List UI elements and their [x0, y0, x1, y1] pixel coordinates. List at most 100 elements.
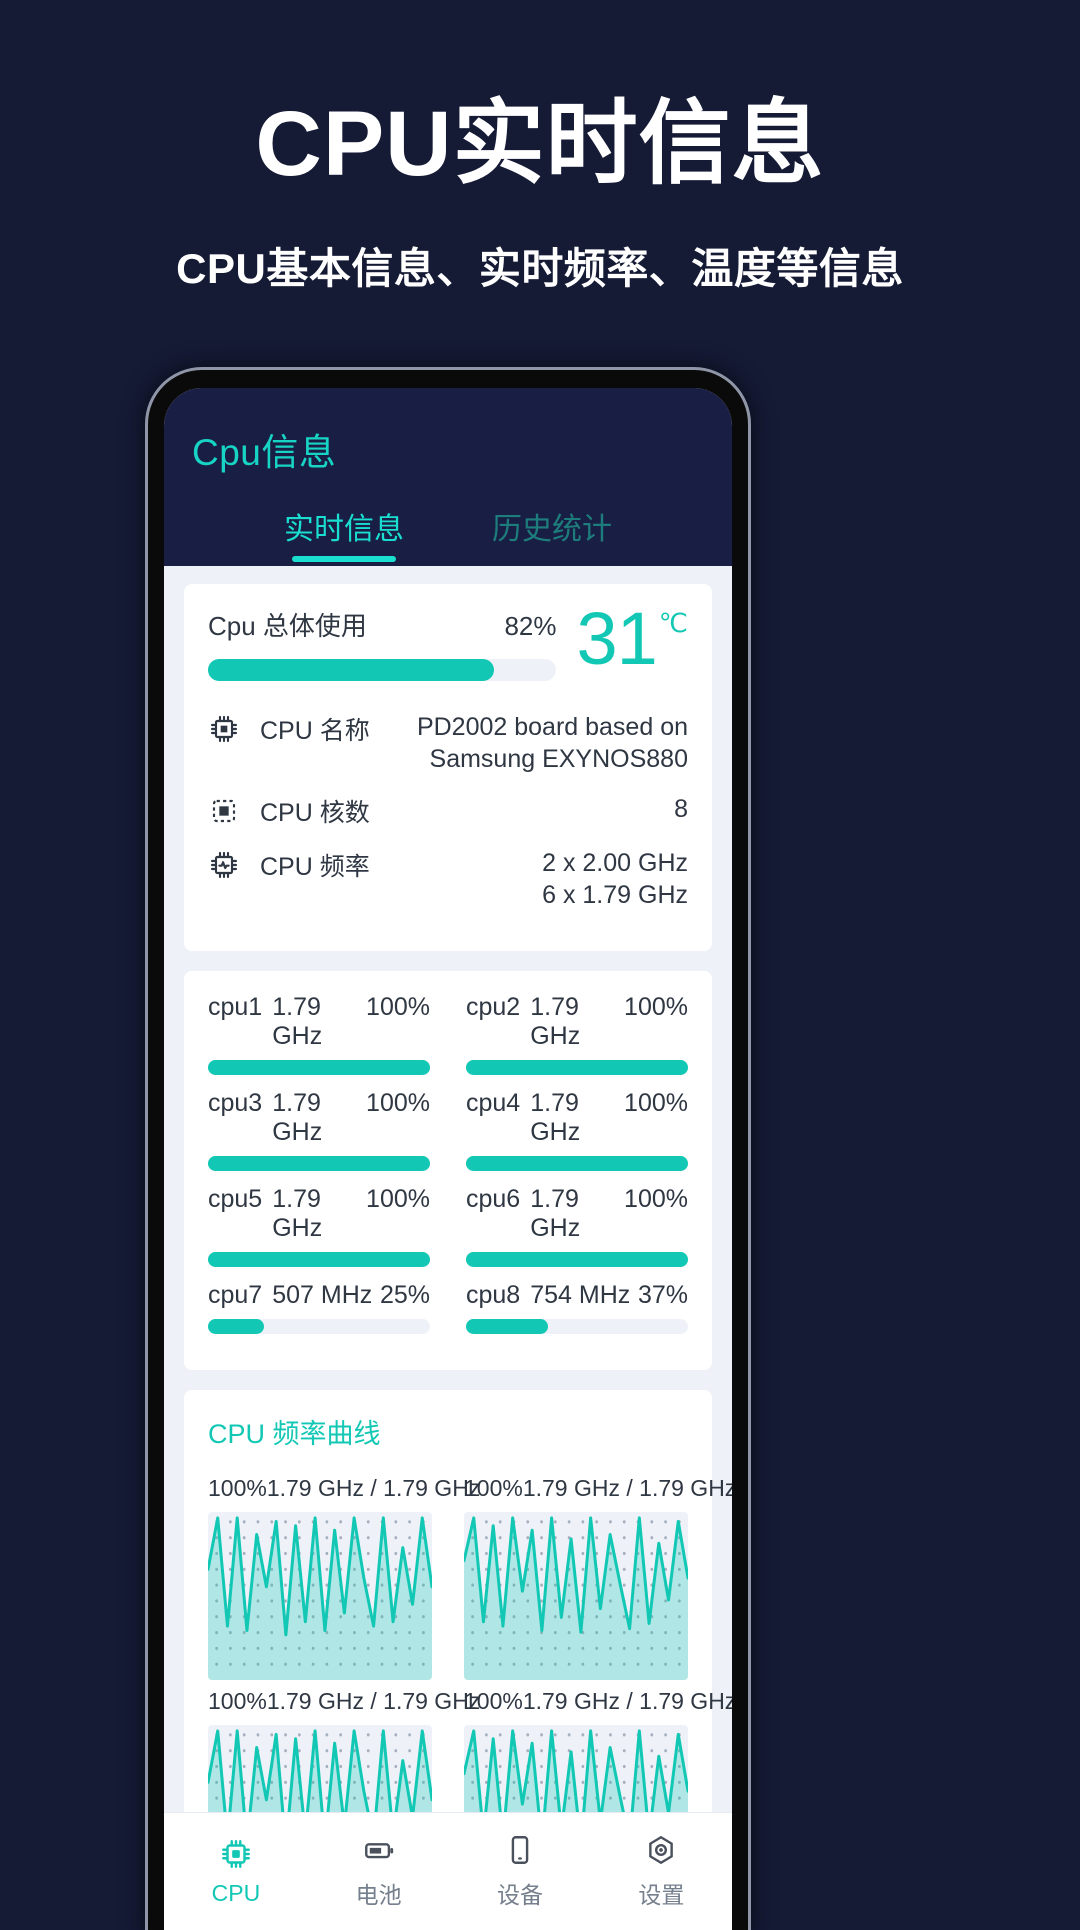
core-item: cpu8 754 MHz 37% — [448, 1281, 688, 1334]
promo-subtitle: CPU基本信息、实时频率、温度等信息 — [176, 244, 904, 292]
per-core-grid: cpu1 1.79 GHz 100% cpu2 1.79 GHz 100% cpu3 1.79… — [208, 993, 688, 1348]
core-header: cpu8 754 MHz 37% — [466, 1281, 688, 1310]
frequency-chart-label: 100%1.79 GHz / 1.79 GHz — [464, 1688, 732, 1714]
core-percent: 100% — [624, 1089, 688, 1117]
core-percent: 37% — [637, 1281, 688, 1309]
core-header: cpu2 1.79 GHz 100% — [466, 993, 688, 1051]
promo-header: CPU实时信息 CPU基本信息、实时频率、温度等信息 — [0, 0, 1080, 360]
core-id: cpu5 — [208, 1185, 263, 1213]
frequency-chart-cell: 100%1.79 GHz / 1.79 GHz — [208, 1688, 481, 1812]
core-bar-fill — [466, 1252, 688, 1267]
nav-label-device: 设备 — [496, 1882, 543, 1908]
core-bar-track — [208, 1156, 430, 1171]
frequency-chart-title: CPU 频率曲线 — [208, 1419, 381, 1449]
core-id: cpu8 — [466, 1281, 521, 1309]
core-bar-track — [208, 1060, 430, 1075]
core-id: cpu4 — [466, 1089, 521, 1117]
core-bar-fill — [208, 1319, 264, 1334]
core-bar-fill — [466, 1319, 549, 1334]
cpu-usage-label: Cpu 总体使用 — [208, 611, 367, 641]
info-row-cpu-cores: CPU 核数 8 — [208, 793, 688, 829]
core-bar-fill — [208, 1252, 430, 1267]
core-frequency: 1.79 GHz — [272, 1089, 323, 1146]
frequency-chart-plot — [464, 1512, 688, 1680]
core-item: cpu6 1.79 GHz 100% — [448, 1185, 688, 1267]
cpu-usage-summary: Cpu 总体使用 82% 31 ℃ — [208, 602, 688, 681]
per-core-card: cpu1 1.79 GHz 100% cpu2 1.79 GHz 100% cpu3 1.79… — [184, 971, 712, 1370]
core-frequency: 1.79 GHz — [530, 993, 581, 1050]
nav-item-battery[interactable]: 电池 — [356, 1833, 402, 1910]
core-header: cpu7 507 MHz 25% — [208, 1281, 430, 1310]
core-id: cpu7 — [208, 1281, 263, 1309]
app-title: Cpu信息 — [192, 432, 337, 473]
core-bar-fill — [208, 1156, 430, 1171]
frequency-chart-cell: 100%1.79 GHz / 1.79 GHz — [448, 1688, 732, 1812]
core-percent: 100% — [624, 1185, 688, 1213]
device-icon — [503, 1833, 537, 1867]
frequency-chart-plot — [208, 1512, 432, 1680]
frequency-chart-plot — [464, 1725, 688, 1812]
core-bar-fill — [208, 1060, 430, 1075]
nav-item-settings[interactable]: 设置 — [638, 1833, 684, 1910]
core-percent: 100% — [366, 1089, 430, 1117]
core-bar-fill — [466, 1060, 688, 1075]
core-id: cpu1 — [208, 993, 263, 1021]
core-item: cpu2 1.79 GHz 100% — [448, 993, 688, 1075]
core-bar-track — [466, 1156, 688, 1171]
core-percent: 100% — [366, 1185, 430, 1213]
nav-item-cpu[interactable]: CPU — [212, 1837, 260, 1907]
frequency-chart-card: CPU 频率曲线 100%1.79 GHz / 1.79 GHz 100%1.79… — [184, 1390, 732, 1812]
core-frequency: 1.79 GHz — [272, 993, 323, 1050]
core-frequency: 1.79 GHz — [272, 1185, 323, 1242]
frequency-chart-cell: 100%1.79 GHz / 1.79 GHz — [448, 1475, 732, 1680]
core-id: cpu6 — [466, 1185, 521, 1213]
frequency-chart-cell: 100%1.79 GHz / 1.79 GHz — [208, 1475, 481, 1680]
frequency-chart-label: 100%1.79 GHz / 1.79 GHz — [208, 1475, 481, 1501]
tab-history-label: 历史统计 — [492, 513, 612, 546]
frequency-chart-plot — [208, 1725, 432, 1812]
core-bar-track — [466, 1319, 688, 1334]
core-percent: 100% — [366, 993, 430, 1021]
frequency-chart-label: 100%1.79 GHz / 1.79 GHz — [208, 1688, 481, 1714]
cpu-cores-icon — [208, 795, 248, 827]
core-frequency: 507 MHz — [272, 1281, 373, 1309]
core-header: cpu4 1.79 GHz 100% — [466, 1089, 688, 1147]
core-bar-fill — [466, 1156, 688, 1171]
info-value-cpu-cores: 8 — [674, 795, 688, 823]
core-bar-track — [466, 1252, 688, 1267]
battery-icon — [362, 1833, 396, 1867]
info-row-cpu-name: CPU 名称 PD2002 board based on Samsung EXY… — [208, 711, 688, 775]
bottom-navigation: CPU 电池 设备 设置 — [164, 1812, 732, 1930]
tab-realtime-label: 实时信息 — [284, 513, 404, 546]
cpu-chip-icon — [208, 713, 248, 745]
core-percent: 100% — [624, 993, 688, 1021]
info-label-cpu-freq: CPU 频率 — [260, 853, 370, 881]
core-bar-track — [208, 1319, 430, 1334]
content-scroll-area[interactable]: Cpu 总体使用 82% 31 ℃ CPU 名称 PD2002 board ba… — [164, 566, 732, 1812]
nav-label-settings: 设置 — [638, 1882, 685, 1908]
frequency-chart-label: 100%1.79 GHz / 1.79 GHz — [464, 1475, 732, 1501]
nav-item-device[interactable]: 设备 — [497, 1833, 543, 1910]
info-label-cpu-name: CPU 名称 — [260, 717, 370, 745]
info-value-cpu-freq: 2 x 2.00 GHz 6 x 1.79 GHz — [542, 849, 688, 909]
core-item: cpu4 1.79 GHz 100% — [448, 1089, 688, 1171]
info-row-cpu-freq: CPU 频率 2 x 2.00 GHz 6 x 1.79 GHz — [208, 847, 688, 911]
core-item: cpu7 507 MHz 25% — [208, 1281, 448, 1334]
tab-realtime[interactable]: 实时信息 — [278, 494, 410, 566]
cpu-usage-bar-fill — [208, 659, 494, 681]
core-header: cpu5 1.79 GHz 100% — [208, 1185, 430, 1243]
info-label-cpu-cores: CPU 核数 — [260, 799, 370, 827]
cpu-usage-percent: 82% — [504, 611, 557, 641]
app-bar: Cpu信息 实时信息 历史统计 — [164, 388, 732, 566]
cpu-icon — [219, 1837, 253, 1871]
phone-screen: Cpu信息 实时信息 历史统计 Cpu 总体使用 82% 31 ℃ CPU 名称… — [164, 388, 732, 1930]
cpu-usage-left: Cpu 总体使用 82% — [208, 606, 570, 681]
core-id: cpu3 — [208, 1089, 263, 1117]
core-item: cpu5 1.79 GHz 100% — [208, 1185, 448, 1267]
cpu-info-list: CPU 名称 PD2002 board based on Samsung EXY… — [208, 711, 688, 911]
core-bar-track — [466, 1060, 688, 1075]
cpu-usage-bar-track — [208, 659, 557, 681]
cpu-usage-row: Cpu 总体使用 82% — [208, 606, 556, 643]
tab-history[interactable]: 历史统计 — [486, 494, 618, 566]
core-item: cpu1 1.79 GHz 100% — [208, 993, 448, 1075]
